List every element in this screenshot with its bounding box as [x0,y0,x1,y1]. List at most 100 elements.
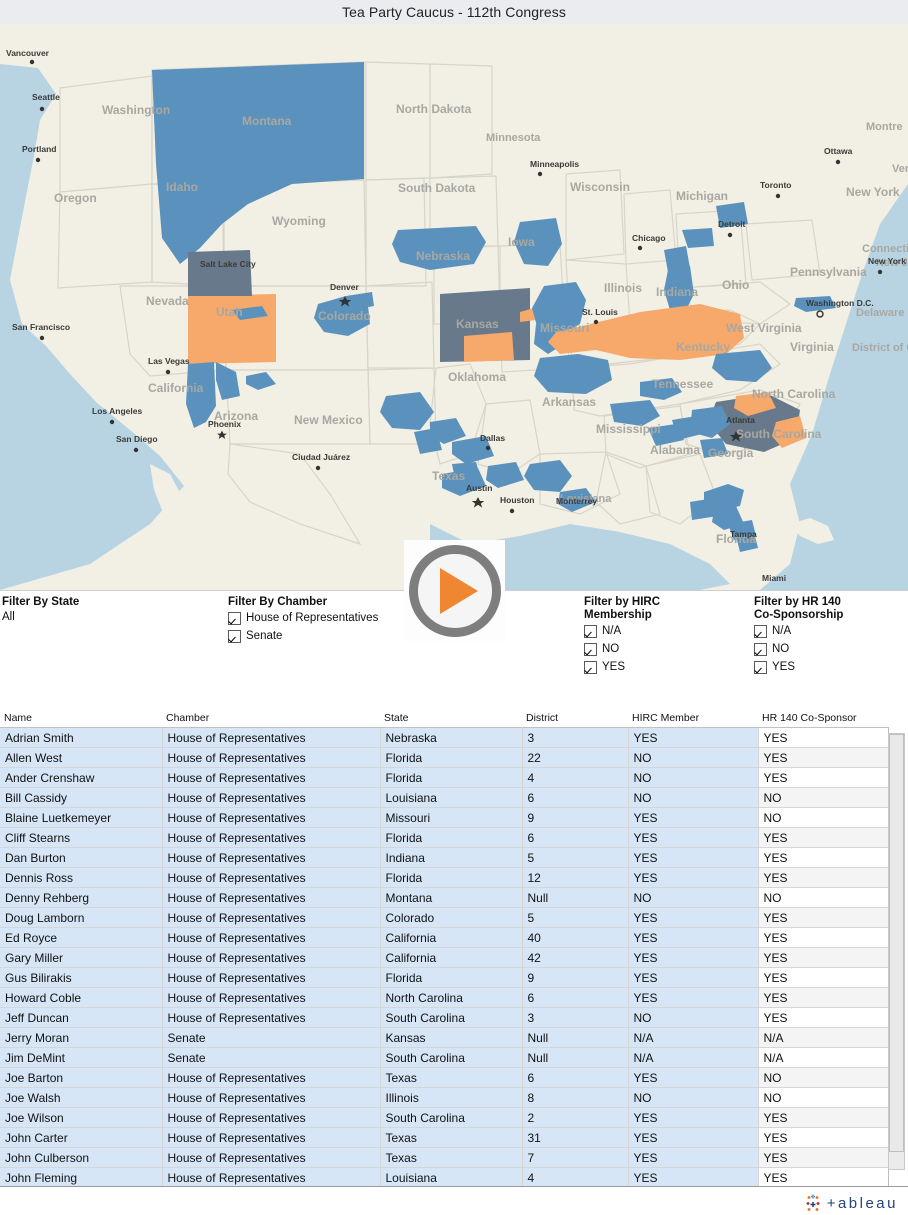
table-row[interactable]: Gus Bilirakis House of Representatives Flo… [0,967,889,988]
cell-state: Indiana [380,847,523,868]
cell-hr140-cosponsor: N/A [758,1047,889,1068]
cell-hr140-cosponsor: YES [758,967,889,988]
cell-name: Dan Burton [0,847,163,868]
map-label-vermont: Ver [892,163,908,175]
table-row[interactable]: Bill Cassidy House of Representatives Loui… [0,787,889,808]
filter-hirc-option-no[interactable]: NO [584,640,660,658]
play-button[interactable] [408,544,501,637]
table-row[interactable]: Allen West House of Representatives Florid… [0,747,889,768]
members-table-body: Adrian Smith House of Representatives Nebr… [0,727,889,1188]
table-row[interactable]: Blaine Luetkemeyer House of Representativ… [0,807,889,828]
table-row[interactable]: Ander Crenshaw House of Representatives Fl… [0,767,889,788]
cell-name: Ed Royce [0,927,163,948]
map-panel[interactable]: Washington Oregon Idaho Montana North Da… [0,24,908,591]
dashboard-title-bar: Tea Party Caucus - 112th Congress [0,0,908,24]
table-row[interactable]: Joe Walsh House of Representatives Illinoi… [0,1087,889,1108]
cell-name: Ander Crenshaw [0,767,163,788]
cell-chamber: House of Representatives [162,1147,381,1168]
cell-name: John Fleming [0,1167,163,1188]
city-dot-new-york [877,269,883,275]
map-label-california: California [148,381,204,395]
city-label-miami: Miami [762,573,786,583]
column-header-name[interactable]: Name [0,712,162,728]
cell-district: Null [522,887,629,908]
map-label-indiana: Indiana [656,285,698,299]
filter-by-state-value[interactable]: All [2,611,79,623]
checkbox-hr140-no[interactable] [754,642,767,656]
table-row[interactable]: Cliff Stearns House of Representatives Flo… [0,827,889,848]
cell-district: 6 [522,1067,629,1088]
table-vertical-scrollbar[interactable] [888,733,905,1170]
checkbox-hr140-yes[interactable] [754,660,767,674]
filter-hr140-option-na[interactable]: N/A [754,622,843,640]
column-header-chamber[interactable]: Chamber [162,712,380,728]
cell-hirc-member: YES [628,987,759,1008]
checkbox-senate[interactable] [228,629,241,643]
city-label-san-diego: San Diego [116,434,158,444]
cell-hirc-member: NO [628,1087,759,1108]
table-row[interactable]: Gary Miller House of Representatives Calif… [0,947,889,968]
table-scrollbar-thumb[interactable] [889,734,904,1152]
cell-hr140-cosponsor: NO [758,787,889,808]
city-label-seattle: Seattle [32,92,60,102]
cell-state: Louisiana [380,787,523,808]
checkbox-label-hr140-no: NO [772,643,790,655]
column-header-hr140-cosponsor[interactable]: HR 140 Co-Sponsor [758,712,888,728]
table-row[interactable]: Denny Rehberg House of Representatives Mon… [0,887,889,908]
filter-by-chamber: Filter By Chamber House of Representativ… [228,596,378,645]
cell-state: Florida [380,967,523,988]
table-row[interactable]: Jerry Moran Senate Kansas Null N/A N/A [0,1027,889,1048]
cell-hirc-member: YES [628,947,759,968]
cell-hr140-cosponsor: NO [758,1067,889,1088]
table-row[interactable]: Doug Lamborn House of Representatives Colo… [0,907,889,928]
filter-chamber-option-senate[interactable]: Senate [228,627,378,645]
map-label-minnesota: Minnesota [486,132,541,144]
filter-hr140-option-yes[interactable]: YES [754,658,843,676]
cell-name: Gary Miller [0,947,163,968]
tableau-logo[interactable]: +ableau [804,1193,898,1213]
table-row[interactable]: John Fleming House of Representatives Loui… [0,1167,889,1188]
table-row[interactable]: John Culberson House of Representatives Te… [0,1147,889,1168]
table-row[interactable]: Jim DeMint Senate South Carolina Null N/A N/A [0,1047,889,1068]
filter-chamber-option-house[interactable]: House of Representatives [228,609,378,627]
dashboard-page: Tea Party Caucus - 112th Congress Washin… [0,0,908,1215]
column-header-state[interactable]: State [380,712,522,728]
column-header-district[interactable]: District [522,712,628,728]
checkbox-hirc-na[interactable] [584,624,597,638]
cell-chamber: House of Representatives [162,967,381,988]
table-row[interactable]: Adrian Smith House of Representatives Nebr… [0,727,889,748]
checkbox-house-of-representatives[interactable] [228,611,241,625]
table-row[interactable]: Howard Coble House of Representatives Nort… [0,987,889,1008]
cell-state: Florida [380,767,523,788]
column-header-hirc-member[interactable]: HIRC Member [628,712,758,728]
table-row[interactable]: Joe Wilson House of Representatives South … [0,1107,889,1128]
checkbox-label-hr140-na: N/A [772,625,792,637]
filter-hr140-option-no[interactable]: NO [754,640,843,658]
table-row[interactable]: Dennis Ross House of Representatives Flori… [0,867,889,888]
table-row[interactable]: Joe Barton House of Representatives Texas 6… [0,1067,889,1088]
city-dot-las-vegas [165,369,171,375]
checkbox-hirc-no[interactable] [584,642,597,656]
filter-by-hirc-membership: Filter by HIRC Membership N/A NO YES [584,596,660,676]
cell-chamber: House of Representatives [162,787,381,808]
members-table-head: Name Chamber State District HIRC Member … [0,712,888,728]
members-table-container[interactable]: Name Chamber State District HIRC Member … [0,712,908,1188]
checkbox-hirc-yes[interactable] [584,660,597,674]
map-label-south-dakota: South Dakota [398,181,476,195]
checkbox-hr140-na[interactable] [754,624,767,638]
city-label-phoenix: Phoenix [208,419,241,429]
table-row[interactable]: John Carter House of Representatives Texas… [0,1127,889,1148]
table-row[interactable]: Dan Burton House of Representatives Indian… [0,847,889,868]
filter-hirc-option-yes[interactable]: YES [584,658,660,676]
city-dot-houston [509,508,515,514]
choropleth-map[interactable]: Washington Oregon Idaho Montana North Da… [0,24,908,590]
map-label-north-dakota: North Dakota [396,102,472,116]
checkbox-label-senate: Senate [246,630,283,642]
cell-state: South Carolina [380,1107,523,1128]
table-row[interactable]: Ed Royce House of Representatives Californ… [0,927,889,948]
cell-state: California [380,927,523,948]
table-row[interactable]: Jeff Duncan House of Representatives South… [0,1007,889,1028]
cell-district: 5 [522,907,629,928]
play-video-overlay[interactable] [404,540,505,641]
filter-hirc-option-na[interactable]: N/A [584,622,660,640]
